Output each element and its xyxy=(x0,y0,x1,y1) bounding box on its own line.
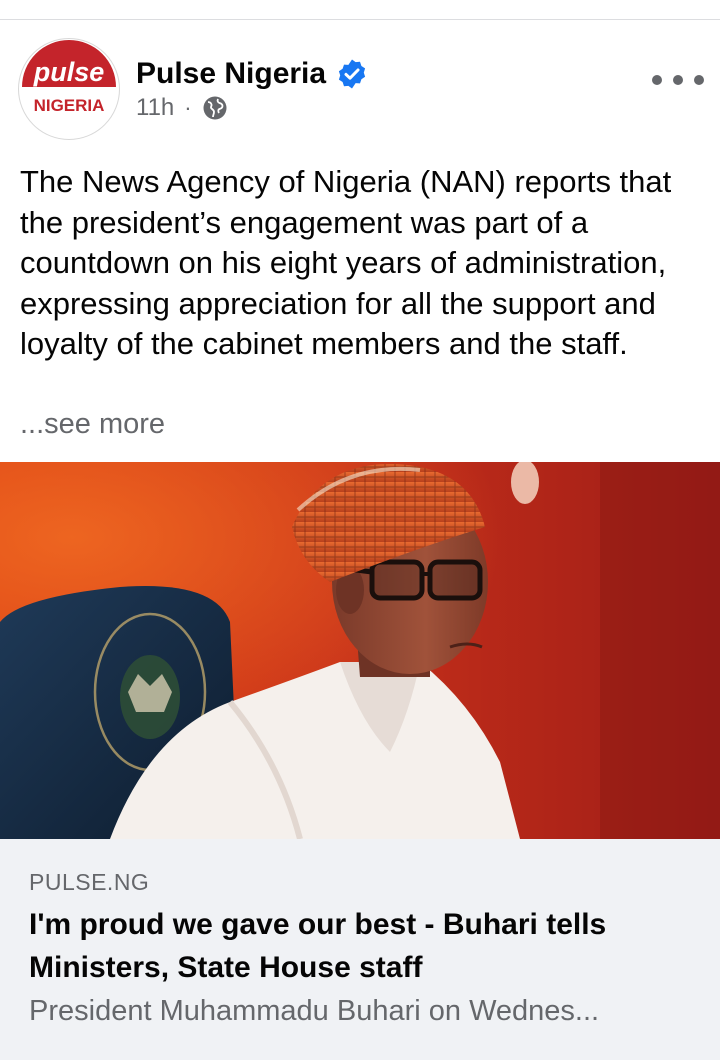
post-timestamp[interactable]: 11h xyxy=(136,94,174,122)
svg-text:NIGERIA: NIGERIA xyxy=(34,96,105,115)
link-description: President Muhammadu Buhari on Wednes... xyxy=(29,995,600,1027)
meta-separator: · xyxy=(184,95,192,120)
more-dot xyxy=(652,75,662,85)
top-divider xyxy=(0,19,720,20)
page-name-link[interactable]: Pulse Nigeria xyxy=(136,57,326,91)
link-preview-card[interactable]: PULSE.NG I'm proud we gave our best - Bu… xyxy=(0,839,720,1060)
more-options-icon[interactable] xyxy=(652,66,704,94)
link-domain: PULSE.NG xyxy=(29,869,150,895)
more-dot xyxy=(673,75,683,85)
pulse-logo: pulse NIGERIA xyxy=(20,40,118,138)
svg-text:pulse: pulse xyxy=(33,57,105,87)
post-photo[interactable] xyxy=(0,462,720,839)
page-avatar[interactable]: pulse NIGERIA xyxy=(18,38,120,140)
verified-badge-icon xyxy=(336,58,368,90)
globe-icon[interactable] xyxy=(202,95,228,121)
see-more-link[interactable]: ...see more xyxy=(20,408,165,441)
post-meta: 11h · xyxy=(136,92,228,124)
more-dot xyxy=(694,75,704,85)
page-name-row: Pulse Nigeria xyxy=(136,54,368,94)
post-body-text: The News Agency of Nigeria (NAN) reports… xyxy=(20,164,672,361)
link-title: I'm proud we gave our best - Buhari tell… xyxy=(29,908,607,984)
